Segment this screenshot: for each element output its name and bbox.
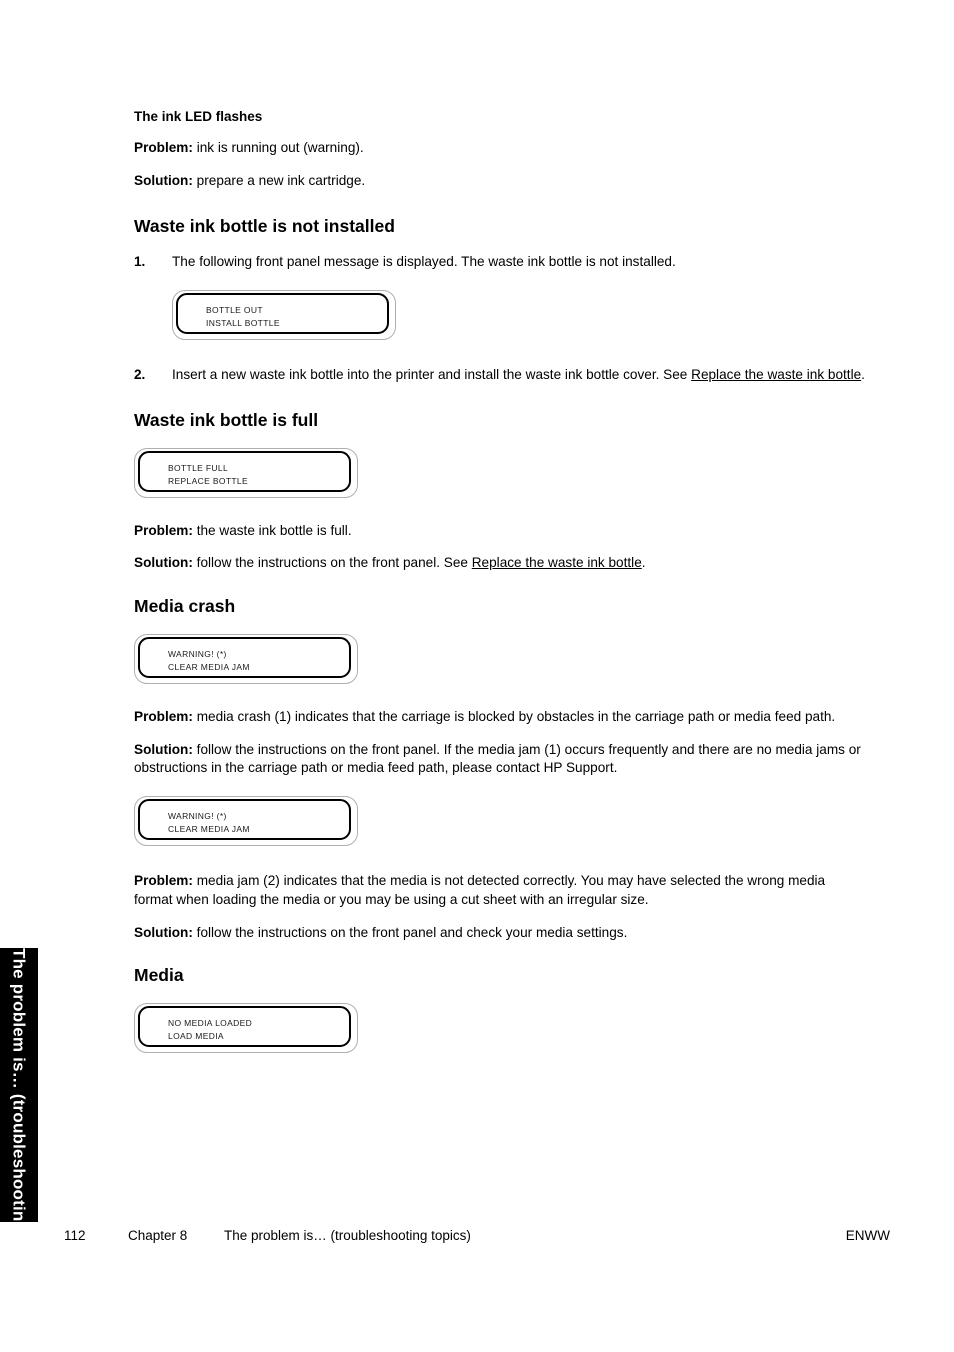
front-panel-screen: BOTTLE FULL REPLACE BOTTLE bbox=[138, 450, 351, 492]
media-crash-solution-1: Solution: follow the instructions on the… bbox=[134, 741, 866, 779]
solution-label: Solution: bbox=[134, 172, 193, 188]
front-panel-text: WARNING! (*) CLEAR MEDIA JAM bbox=[168, 648, 345, 674]
solution-label: Solution: bbox=[134, 555, 193, 571]
step-text: Insert a new waste ink bottle into the p… bbox=[172, 366, 866, 385]
heading-media: Media bbox=[134, 965, 184, 986]
front-panel-wrap: BOTTLE OUT INSTALL BOTTLE bbox=[172, 290, 866, 341]
front-panel-line-1: NO MEDIA LOADED bbox=[168, 1018, 253, 1029]
front-panel-line-1: BOTTLE OUT bbox=[206, 305, 263, 316]
bottle-full-problem: Problem: the waste ink bottle is full. bbox=[134, 522, 866, 541]
list-item-step-2: 2. Insert a new waste ink bottle into th… bbox=[134, 366, 866, 385]
problem-label: Problem: bbox=[134, 873, 193, 889]
solution-text: follow the instructions on the front pan… bbox=[192, 924, 628, 940]
bottle-full-solution: Solution: follow the instructions on the… bbox=[134, 554, 866, 573]
step-number: 2. bbox=[134, 367, 146, 383]
solution-label: Solution: bbox=[134, 741, 193, 757]
chapter-side-tab: The problem is… (troubleshooting topics) bbox=[0, 948, 38, 1222]
footer-chapter: Chapter 8 bbox=[128, 1228, 188, 1243]
front-panel-line-2: CLEAR MEDIA JAM bbox=[168, 661, 250, 672]
link-replace-waste-ink-bottle[interactable]: Replace the waste ink bottle bbox=[472, 555, 642, 570]
front-panel-text: BOTTLE FULL REPLACE BOTTLE bbox=[168, 462, 345, 488]
front-panel-display-media-jam-2: WARNING! (*) CLEAR MEDIA JAM bbox=[134, 796, 358, 847]
solution-label: Solution: bbox=[134, 924, 193, 940]
media-crash-problem-1: Problem: media crash (1) indicates that … bbox=[134, 708, 866, 727]
footer-chapter-title: The problem is… (troubleshooting topics) bbox=[224, 1228, 471, 1243]
page-footer: 112 Chapter 8 The problem is… (troublesh… bbox=[64, 1228, 890, 1248]
solution-text-after: . bbox=[641, 555, 646, 571]
front-panel-line-2: REPLACE BOTTLE bbox=[168, 475, 249, 486]
step-number: 1. bbox=[134, 254, 146, 270]
heading-media-crash: Media crash bbox=[134, 596, 236, 617]
solution-text: follow the instructions on the front pan… bbox=[134, 741, 861, 776]
front-panel-display-no-media: NO MEDIA LOADED LOAD MEDIA bbox=[134, 1003, 358, 1054]
front-panel-line-1: WARNING! (*) bbox=[168, 811, 227, 822]
link-replace-waste-ink-bottle[interactable]: Replace the waste ink bottle bbox=[691, 367, 861, 382]
ink-led-solution: Solution: prepare a new ink cartridge. bbox=[134, 172, 866, 191]
problem-label: Problem: bbox=[134, 522, 193, 538]
problem-label: Problem: bbox=[134, 140, 193, 156]
problem-text: ink is running out (warning). bbox=[192, 140, 364, 156]
footer-locale: ENWW bbox=[845, 1228, 890, 1243]
page-content: The ink LED flashes Problem: ink is runn… bbox=[134, 108, 866, 1054]
problem-label: Problem: bbox=[134, 708, 193, 724]
front-panel-screen: BOTTLE OUT INSTALL BOTTLE bbox=[176, 293, 389, 335]
heading-waste-ink-bottle-is-full: Waste ink bottle is full bbox=[134, 409, 319, 430]
problem-text: media jam (2) indicates that the media i… bbox=[134, 873, 826, 907]
front-panel-screen: NO MEDIA LOADED LOAD MEDIA bbox=[138, 1006, 351, 1048]
step-text: The following front panel message is dis… bbox=[172, 254, 676, 270]
problem-text: the waste ink bottle is full. bbox=[192, 522, 352, 538]
solution-text: prepare a new ink cartridge. bbox=[192, 172, 366, 188]
step-text-before: Insert a new waste ink bottle into the p… bbox=[172, 367, 692, 383]
solution-text-before: follow the instructions on the front pan… bbox=[192, 555, 472, 571]
ink-led-problem: Problem: ink is running out (warning). bbox=[134, 139, 866, 158]
list-item-step-1: 1. The following front panel message is … bbox=[134, 253, 866, 272]
front-panel-line-2: LOAD MEDIA bbox=[168, 1031, 224, 1042]
heading-ink-led-flashes: The ink LED flashes bbox=[134, 109, 263, 124]
front-panel-text: BOTTLE OUT INSTALL BOTTLE bbox=[206, 304, 383, 330]
problem-text: media crash (1) indicates that the carri… bbox=[192, 708, 836, 724]
heading-waste-ink-bottle-not-installed: Waste ink bottle is not installed bbox=[134, 215, 395, 236]
front-panel-display-bottle-full: BOTTLE FULL REPLACE BOTTLE bbox=[134, 447, 358, 498]
front-panel-line-1: WARNING! (*) bbox=[168, 648, 227, 659]
footer-page-number: 112 bbox=[64, 1228, 86, 1243]
front-panel-text: NO MEDIA LOADED LOAD MEDIA bbox=[168, 1017, 345, 1043]
step-text-after: . bbox=[861, 367, 865, 383]
front-panel-line-1: BOTTLE FULL bbox=[168, 462, 229, 473]
front-panel-line-2: CLEAR MEDIA JAM bbox=[168, 824, 250, 835]
media-crash-solution-2: Solution: follow the instructions on the… bbox=[134, 924, 866, 943]
document-page: The problem is… (troubleshooting topics)… bbox=[0, 0, 954, 1352]
chapter-side-tab-label: The problem is… (troubleshooting topics) bbox=[9, 948, 29, 1222]
front-panel-screen: WARNING! (*) CLEAR MEDIA JAM bbox=[138, 636, 351, 678]
front-panel-text: WARNING! (*) CLEAR MEDIA JAM bbox=[168, 810, 345, 836]
front-panel-display-media-jam-1: WARNING! (*) CLEAR MEDIA JAM bbox=[134, 633, 358, 684]
front-panel-screen: WARNING! (*) CLEAR MEDIA JAM bbox=[138, 799, 351, 841]
front-panel-display-bottle-out: BOTTLE OUT INSTALL BOTTLE bbox=[172, 290, 396, 341]
media-crash-problem-2: Problem: media jam (2) indicates that th… bbox=[134, 872, 866, 910]
front-panel-line-2: INSTALL BOTTLE bbox=[206, 318, 280, 329]
